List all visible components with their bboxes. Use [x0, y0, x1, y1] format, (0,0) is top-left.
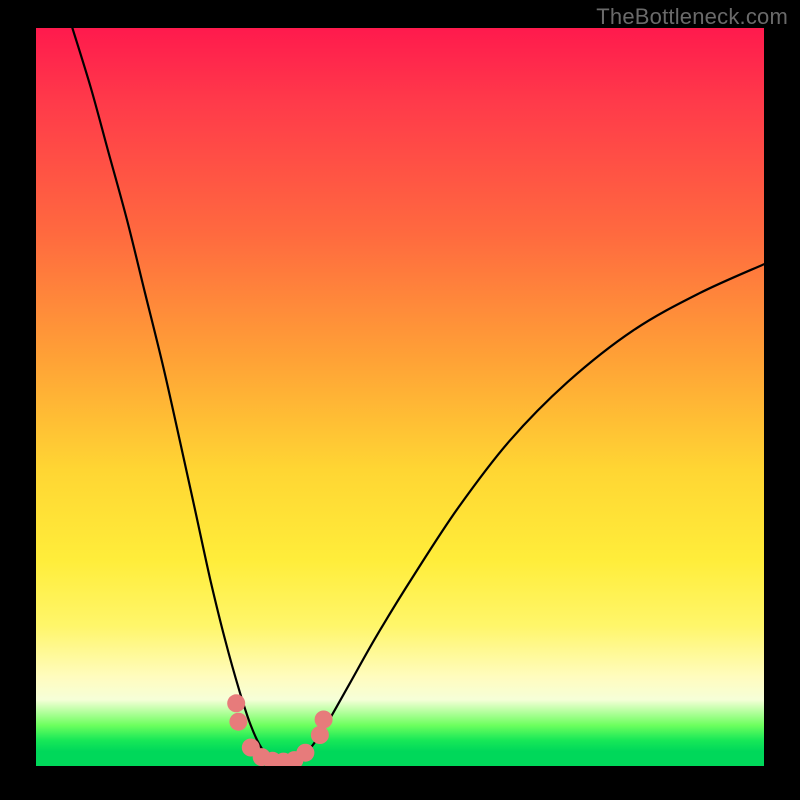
bottleneck-curve — [72, 28, 764, 764]
marker-dot — [227, 694, 245, 712]
marker-dot — [296, 744, 314, 762]
marker-dot — [315, 711, 333, 729]
plot-area — [36, 28, 764, 766]
curve-layer — [36, 28, 764, 766]
watermark-text: TheBottleneck.com — [596, 4, 788, 30]
marker-dot — [229, 713, 247, 731]
marker-dot — [311, 726, 329, 744]
marker-cluster — [227, 694, 332, 766]
chart-frame: TheBottleneck.com — [0, 0, 800, 800]
